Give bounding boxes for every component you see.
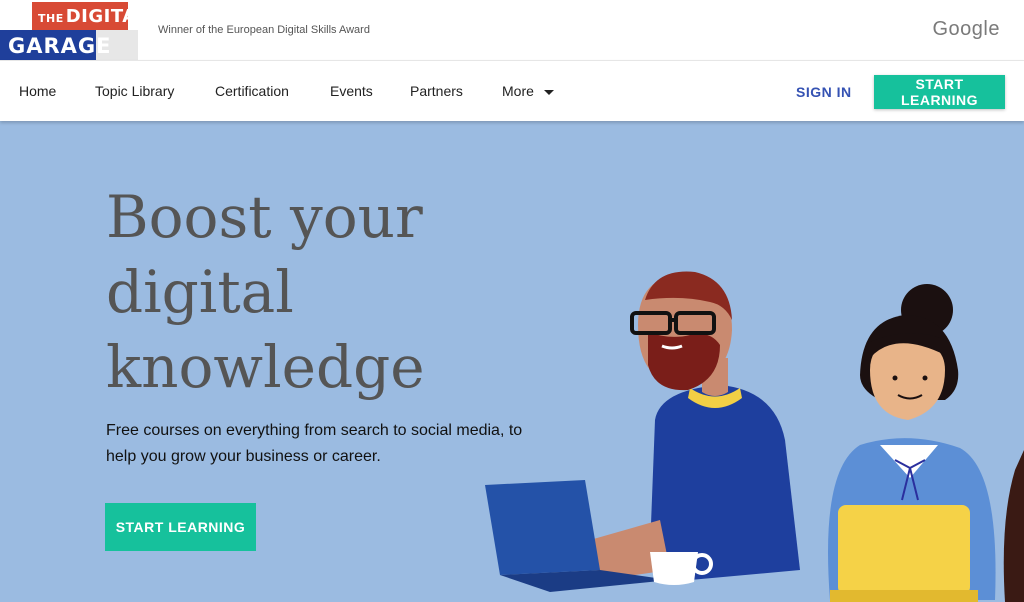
award-text: Winner of the European Digital Skills Aw… bbox=[158, 24, 370, 36]
caret-down-icon bbox=[543, 89, 554, 95]
logo-the-text: THE bbox=[38, 12, 64, 25]
google-wordmark: Google bbox=[932, 18, 1000, 40]
hero-section: Boost your digital knowledge Free course… bbox=[0, 120, 1024, 602]
main-navigation: Home Topic Library Certification Events … bbox=[0, 60, 1024, 121]
nav-home[interactable]: Home bbox=[19, 83, 56, 99]
logo-digital-text: DIGITAL bbox=[65, 6, 149, 27]
start-learning-nav-button[interactable]: START LEARNING bbox=[874, 75, 1005, 109]
woman-figure bbox=[828, 284, 996, 602]
nav-partners[interactable]: Partners bbox=[410, 83, 463, 99]
nav-events[interactable]: Events bbox=[330, 83, 373, 99]
logo-garage-text: GARAGE bbox=[8, 34, 112, 58]
learners-illustration bbox=[485, 271, 1024, 602]
nav-more-label: More bbox=[502, 83, 534, 99]
man-figure bbox=[485, 271, 800, 592]
top-bar: THE DIGITAL GARAGE Winner of the European… bbox=[0, 0, 1024, 60]
nav-topic-library[interactable]: Topic Library bbox=[95, 83, 174, 99]
nav-certification[interactable]: Certification bbox=[215, 83, 289, 99]
start-learning-hero-button[interactable]: START LEARNING bbox=[105, 503, 256, 551]
third-person-edge bbox=[1003, 450, 1024, 602]
digital-garage-logo[interactable]: THE DIGITAL GARAGE bbox=[0, 0, 148, 60]
sign-in-link[interactable]: SIGN IN bbox=[796, 84, 852, 100]
nav-more-dropdown[interactable]: More bbox=[502, 83, 554, 99]
logo-line1: THE DIGITAL bbox=[38, 6, 149, 27]
